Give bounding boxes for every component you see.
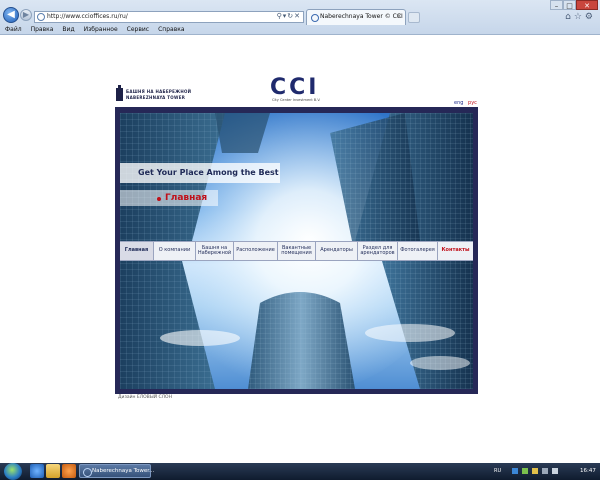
menu-file[interactable]: Файл bbox=[5, 25, 22, 34]
close-icon[interactable]: ✕ bbox=[576, 0, 598, 10]
hero-image: Get Your Place Among the Best Главная Гл… bbox=[120, 113, 473, 389]
tab-title: Naberechnaya Tower © CCI bbox=[320, 13, 403, 20]
search-refresh-stop-icons[interactable]: ⚲▾↻✕ bbox=[277, 12, 301, 20]
design-credit[interactable]: Дизайн ЕЛОВЫЙ СЛОН bbox=[118, 395, 172, 400]
browser-chrome: ◀ ▶ http://www.ccioffices.ru/ru/ ⚲▾↻✕ Na… bbox=[0, 0, 600, 35]
menu-view[interactable]: Вид bbox=[62, 25, 74, 34]
nav-about[interactable]: О компании bbox=[154, 242, 196, 260]
nav-home[interactable]: Главная bbox=[120, 242, 154, 260]
address-url[interactable]: http://www.ccioffices.ru/ru/ bbox=[47, 13, 128, 20]
menu-edit[interactable]: Правка bbox=[31, 25, 54, 34]
taskbar-ie-window[interactable]: Naberechnaya Tower... bbox=[79, 464, 155, 478]
browser-tab[interactable]: Naberechnaya Tower © CCI × bbox=[306, 9, 406, 25]
tower-logo[interactable]: БАШНЯ НА НАБЕРЕЖНОЙ NABEREZHNAYA TOWER bbox=[116, 85, 196, 102]
tower-logo-line2: NABEREZHNAYA TOWER bbox=[126, 95, 186, 100]
menu-favorites[interactable]: Избранное bbox=[84, 25, 118, 34]
nav-tenants[interactable]: Арендаторы bbox=[316, 242, 358, 260]
forward-arrow-icon[interactable]: ▶ bbox=[20, 9, 32, 21]
tray-power-icon[interactable] bbox=[552, 468, 558, 474]
minimize-icon[interactable]: – bbox=[550, 0, 563, 10]
tower-logo-line1: БАШНЯ НА НАБЕРЕЖНОЙ bbox=[126, 89, 192, 94]
menu-bar: Файл Правка Вид Избранное Сервис Справка bbox=[0, 25, 600, 34]
start-button-icon[interactable] bbox=[4, 463, 22, 480]
media-player-pinned-icon[interactable] bbox=[62, 464, 76, 478]
language-switcher: eng рус bbox=[454, 100, 477, 106]
address-bar[interactable]: http://www.ccioffices.ru/ru/ ⚲▾↻✕ bbox=[34, 11, 304, 23]
tower-logo-mark-icon bbox=[116, 85, 123, 101]
keyboard-language[interactable]: RU bbox=[494, 468, 501, 474]
nav-location[interactable]: Расположение bbox=[234, 242, 278, 260]
home-icon[interactable]: ⌂ bbox=[565, 12, 574, 22]
bullet-icon bbox=[157, 197, 161, 201]
clock[interactable]: 16:47 bbox=[580, 468, 596, 474]
nav-tenant-section[interactable]: Раздел для арендаторов bbox=[358, 242, 398, 260]
cci-logo-subtitle: City Center Investment B.V. bbox=[272, 98, 321, 102]
window-controls: – □ ✕ bbox=[550, 0, 598, 10]
hero-tagline-box: Get Your Place Among the Best bbox=[120, 163, 280, 183]
new-tab-button[interactable] bbox=[408, 12, 420, 23]
current-section-title: Главная bbox=[165, 193, 208, 203]
ie-task-icon bbox=[83, 468, 92, 477]
tab-favicon-icon bbox=[311, 14, 319, 22]
menu-help[interactable]: Справка bbox=[158, 25, 184, 34]
explorer-pinned-icon[interactable] bbox=[46, 464, 60, 478]
nav-gallery[interactable]: Фотогалерея bbox=[398, 242, 438, 260]
cci-logo-mark: CCI bbox=[270, 75, 320, 100]
menu-tools[interactable]: Сервис bbox=[127, 25, 149, 34]
ie-pinned-icon[interactable] bbox=[30, 464, 44, 478]
main-nav: Главная О компании Башня на Набережной Р… bbox=[120, 241, 473, 261]
nav-contacts[interactable]: Контакты bbox=[438, 242, 473, 260]
favorites-star-icon[interactable]: ☆ bbox=[574, 12, 585, 22]
taskbar: Naberechnaya Tower... RU 16:47 bbox=[0, 463, 600, 480]
hero-tagline: Get Your Place Among the Best bbox=[138, 168, 279, 177]
tray-network-icon[interactable] bbox=[522, 468, 528, 474]
current-section-box: Главная bbox=[120, 190, 218, 206]
nav-vacancies[interactable]: Вакантные помещения bbox=[278, 242, 316, 260]
nav-tower[interactable]: Башня на Набережной bbox=[196, 242, 234, 260]
page-icon bbox=[37, 13, 45, 21]
settings-gear-icon[interactable]: ⚙ bbox=[585, 12, 596, 22]
maximize-icon[interactable]: □ bbox=[563, 0, 576, 10]
cci-logo[interactable]: CCI City Center Investment B.V. bbox=[270, 75, 340, 103]
tray-app-icon[interactable] bbox=[512, 468, 518, 474]
hero-frame: Get Your Place Among the Best Главная Гл… bbox=[115, 107, 478, 394]
taskbar-task-label: Naberechnaya Tower... bbox=[92, 468, 155, 474]
tray-notify-icon[interactable] bbox=[532, 468, 538, 474]
back-arrow-icon[interactable]: ◀ bbox=[3, 7, 19, 23]
browser-right-tools: ⌂☆⚙ bbox=[565, 12, 596, 22]
tab-close-icon[interactable]: × bbox=[396, 12, 402, 20]
lang-en-link[interactable]: eng bbox=[454, 100, 463, 106]
tray-volume-icon[interactable] bbox=[542, 468, 548, 474]
lang-ru-link[interactable]: рус bbox=[468, 100, 477, 106]
